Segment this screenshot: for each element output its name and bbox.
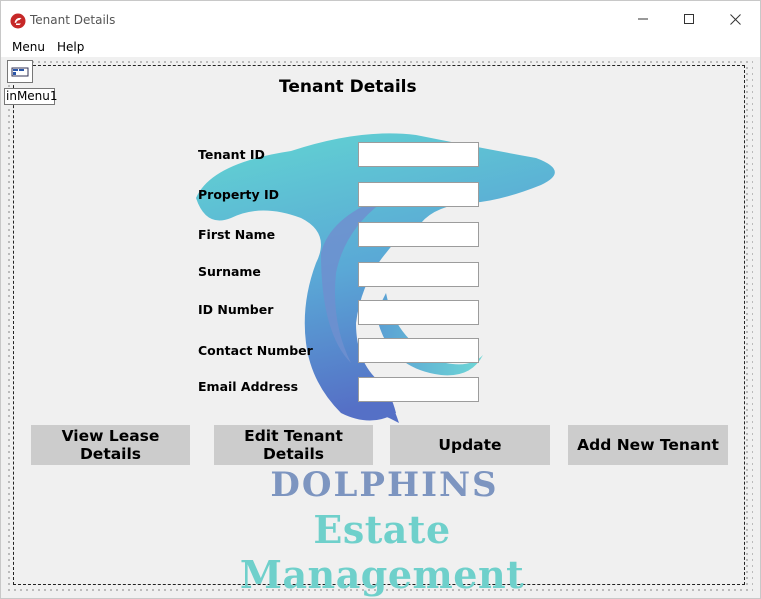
app-window: Tenant Details Menu Help inMenu1 Tenant … xyxy=(0,0,761,599)
main-menu-component-icon xyxy=(11,67,29,77)
update-button[interactable]: Update xyxy=(390,425,550,465)
app-icon xyxy=(10,13,26,29)
window-title: Tenant Details xyxy=(30,13,116,27)
first-name-label: First Name xyxy=(198,227,276,242)
tenant-id-label: Tenant ID xyxy=(198,147,265,162)
surname-label: Surname xyxy=(198,264,261,279)
id-number-label: ID Number xyxy=(198,302,274,317)
tenant-id-input[interactable] xyxy=(358,142,479,167)
menu-bar xyxy=(1,37,760,57)
menu-item-menu[interactable]: Menu xyxy=(12,40,45,54)
property-id-input[interactable] xyxy=(358,182,479,207)
maximize-icon xyxy=(684,14,694,24)
close-icon xyxy=(729,13,741,25)
minimize-icon xyxy=(638,18,648,20)
brand-name: DOLPHINS xyxy=(270,465,499,505)
title-bar[interactable]: Tenant Details xyxy=(1,1,760,37)
add-new-tenant-button[interactable]: Add New Tenant xyxy=(568,425,728,465)
main-menu-component[interactable] xyxy=(7,60,33,83)
contact-number-input[interactable] xyxy=(358,338,479,363)
view-lease-details-button[interactable]: View Lease Details xyxy=(31,425,190,465)
menu-component-label: inMenu1 xyxy=(4,88,58,105)
maximize-button[interactable] xyxy=(666,1,712,37)
surname-input[interactable] xyxy=(358,262,479,287)
brand-tagline: Estate Management xyxy=(239,507,525,597)
menu-item-help[interactable]: Help xyxy=(57,40,84,54)
close-button[interactable] xyxy=(712,1,758,37)
minimize-button[interactable] xyxy=(620,1,666,37)
property-id-label: Property ID xyxy=(198,187,280,202)
page-title: Tenant Details xyxy=(279,77,417,97)
id-number-input[interactable] xyxy=(358,300,479,325)
email-address-label: Email Address xyxy=(198,379,299,394)
email-address-input[interactable] xyxy=(358,377,479,402)
first-name-input[interactable] xyxy=(358,222,479,247)
edit-tenant-details-button[interactable]: Edit Tenant Details xyxy=(214,425,373,465)
contact-number-label: Contact Number xyxy=(198,343,313,358)
